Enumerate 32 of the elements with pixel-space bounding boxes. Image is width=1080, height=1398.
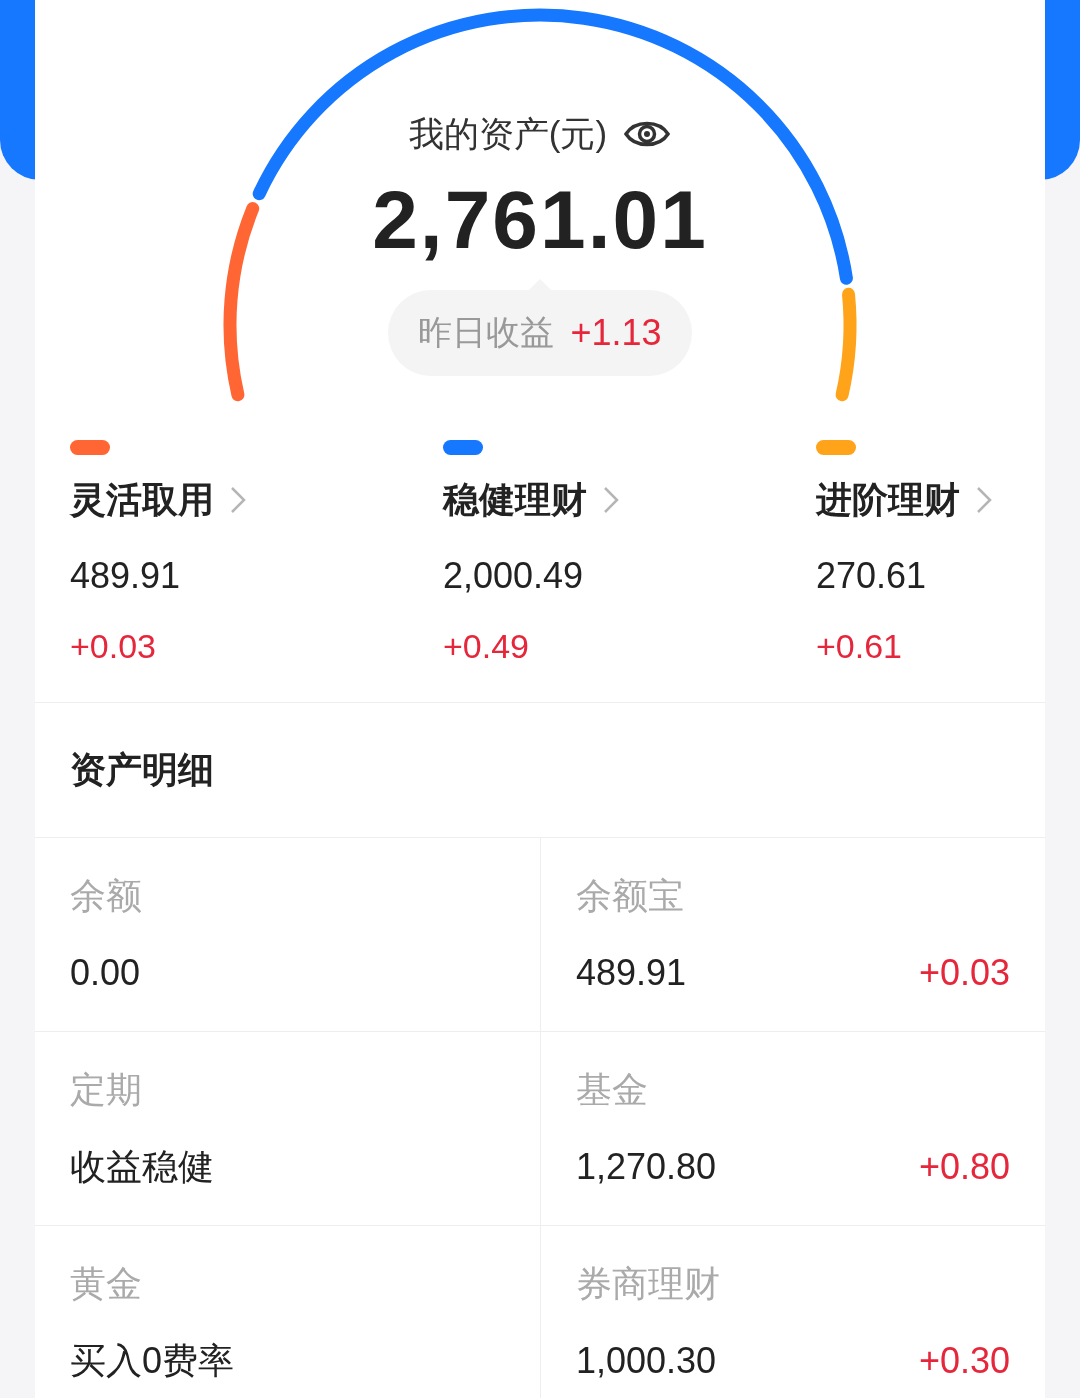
asset-label: 定期 [70,1072,142,1108]
asset-value: 489.91 [576,951,687,995]
category-value: 270.61 [816,554,927,598]
chevron-right-icon [976,486,992,514]
total-assets: 2,761.01 [372,178,708,261]
category-change: +0.61 [816,626,903,667]
yesterday-earnings-value: +1.13 [570,310,662,355]
asset-value: 买入0费率 [70,1339,235,1383]
asset-change: +0.30 [918,1339,1010,1383]
asset-value: 收益稳健 [70,1145,214,1189]
asset-label: 券商理财 [576,1266,720,1302]
category-link[interactable]: 稳健理财 [443,473,619,527]
asset-label: 余额 [70,878,142,914]
category-change: +0.03 [70,626,157,667]
category-change: +0.49 [443,626,530,667]
category-link[interactable]: 进阶理财 [816,473,992,527]
category-link[interactable]: 灵活取用 [70,473,246,527]
chevron-right-icon [230,486,246,514]
chevron-right-icon [603,486,619,514]
asset-value: 0.00 [70,951,141,995]
section-title: 资产明细 [70,748,214,792]
asset-value: 1,000.30 [576,1339,717,1383]
asset-change: +0.80 [918,1145,1010,1189]
category-value: 489.91 [70,554,181,598]
yesterday-earnings-label: 昨日收益 [418,312,555,353]
assets-title: 我的资产(元) [408,113,608,155]
asset-label: 基金 [576,1072,648,1108]
asset-change: +0.03 [918,951,1010,995]
category-value: 2,000.49 [443,554,584,598]
asset-label: 余额宝 [576,878,684,914]
asset-value: 1,270.80 [576,1145,717,1189]
asset-label: 黄金 [70,1266,142,1302]
